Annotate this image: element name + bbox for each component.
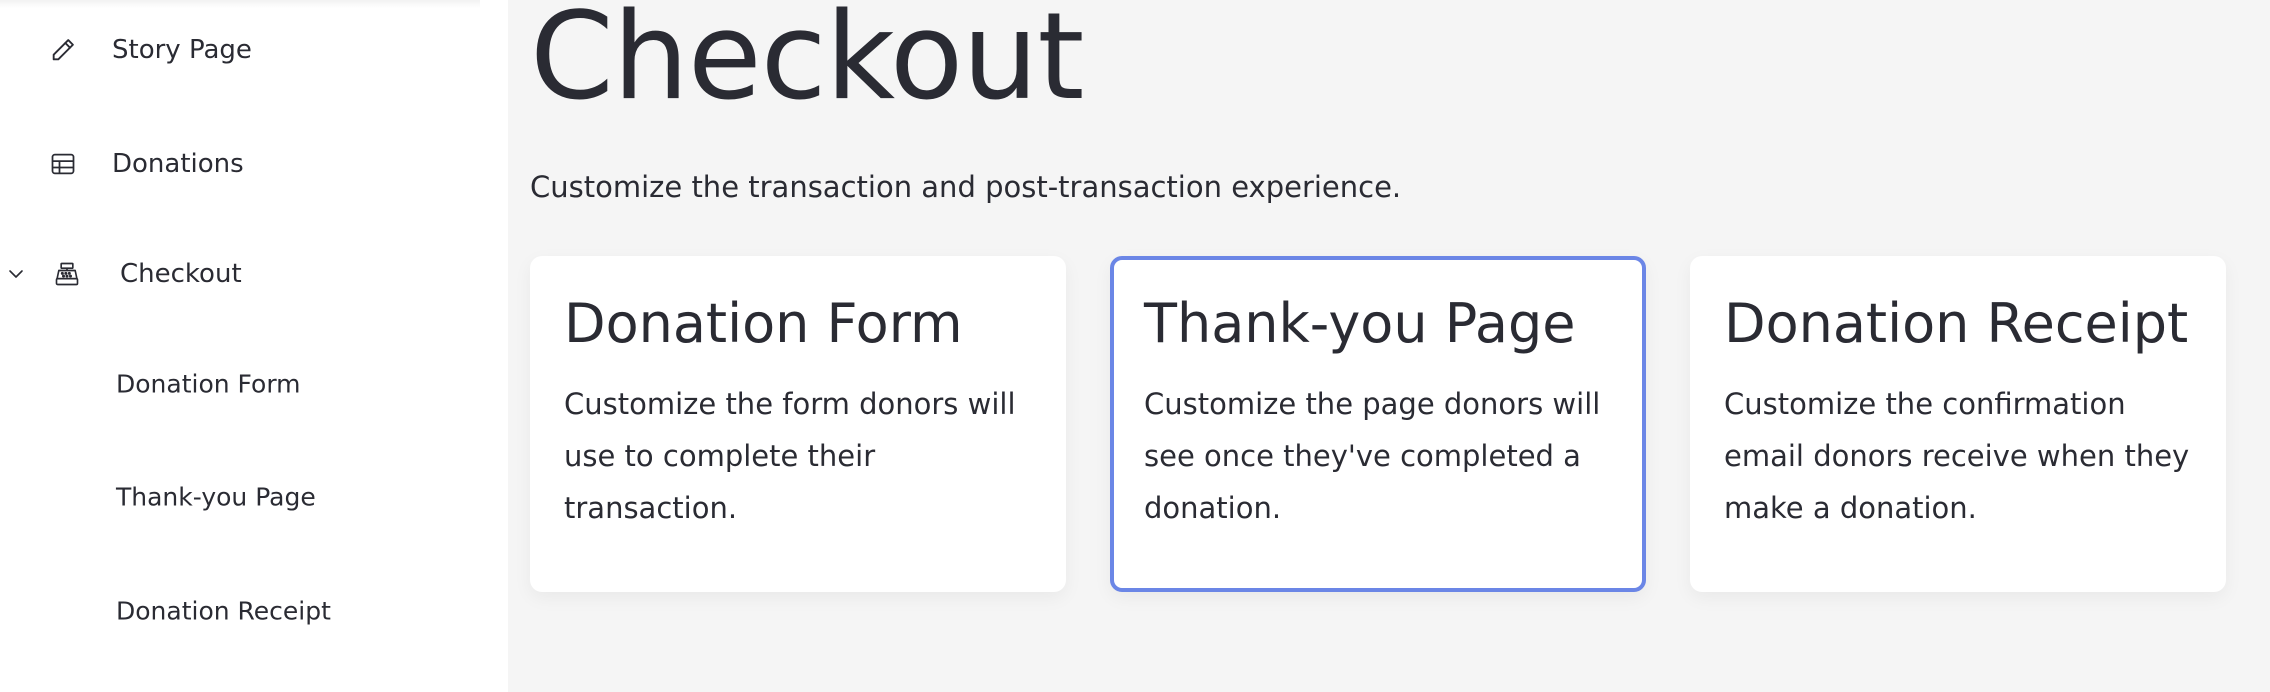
sidebar-subitem-thank-you-page[interactable]: Thank-you Page bbox=[0, 467, 508, 527]
card-title: Donation Form bbox=[564, 292, 963, 355]
card-donation-form[interactable]: Donation Form Customize the form donors … bbox=[530, 256, 1066, 592]
sidebar: Story Page Donations Checkout Donation F… bbox=[0, 0, 508, 692]
sidebar-item-story-page[interactable]: Story Page bbox=[0, 20, 508, 80]
table-icon bbox=[48, 149, 78, 179]
card-thank-you-page[interactable]: Thank-you Page Customize the page donors… bbox=[1110, 256, 1646, 592]
sidebar-subitem-label: Thank-you Page bbox=[116, 482, 316, 512]
card-donation-receipt[interactable]: Donation Receipt Customize the confirmat… bbox=[1690, 256, 2226, 592]
sidebar-item-checkout[interactable]: Checkout bbox=[0, 244, 508, 304]
sidebar-item-label: Checkout bbox=[120, 259, 242, 289]
sidebar-subitem-label: Donation Receipt bbox=[116, 596, 331, 626]
main-content: Checkout Customize the transaction and p… bbox=[508, 0, 2270, 692]
sidebar-subitem-donation-form[interactable]: Donation Form bbox=[0, 354, 508, 414]
page-subtitle: Customize the transaction and post-trans… bbox=[530, 170, 1402, 204]
chevron-down-icon[interactable] bbox=[6, 264, 26, 284]
page-title: Checkout bbox=[530, 0, 1084, 127]
card-title: Thank-you Page bbox=[1144, 292, 1576, 355]
sidebar-top-shadow bbox=[0, 0, 480, 8]
card-description: Customize the form donors will use to co… bbox=[564, 387, 1016, 525]
card-description: Customize the confirmation email donors … bbox=[1724, 387, 2190, 525]
sidebar-subitem-label: Donation Form bbox=[116, 369, 301, 399]
cash-register-icon bbox=[52, 259, 82, 289]
card-description: Customize the page donors will see once … bbox=[1144, 387, 1601, 525]
pencil-icon bbox=[48, 35, 78, 65]
sidebar-item-label: Story Page bbox=[112, 35, 252, 65]
sidebar-item-label: Donations bbox=[112, 149, 244, 179]
sidebar-subitem-donation-receipt[interactable]: Donation Receipt bbox=[0, 581, 508, 641]
sidebar-item-donations[interactable]: Donations bbox=[0, 134, 508, 194]
card-title: Donation Receipt bbox=[1724, 292, 2189, 355]
app: Story Page Donations Checkout Donation F… bbox=[0, 0, 2270, 692]
